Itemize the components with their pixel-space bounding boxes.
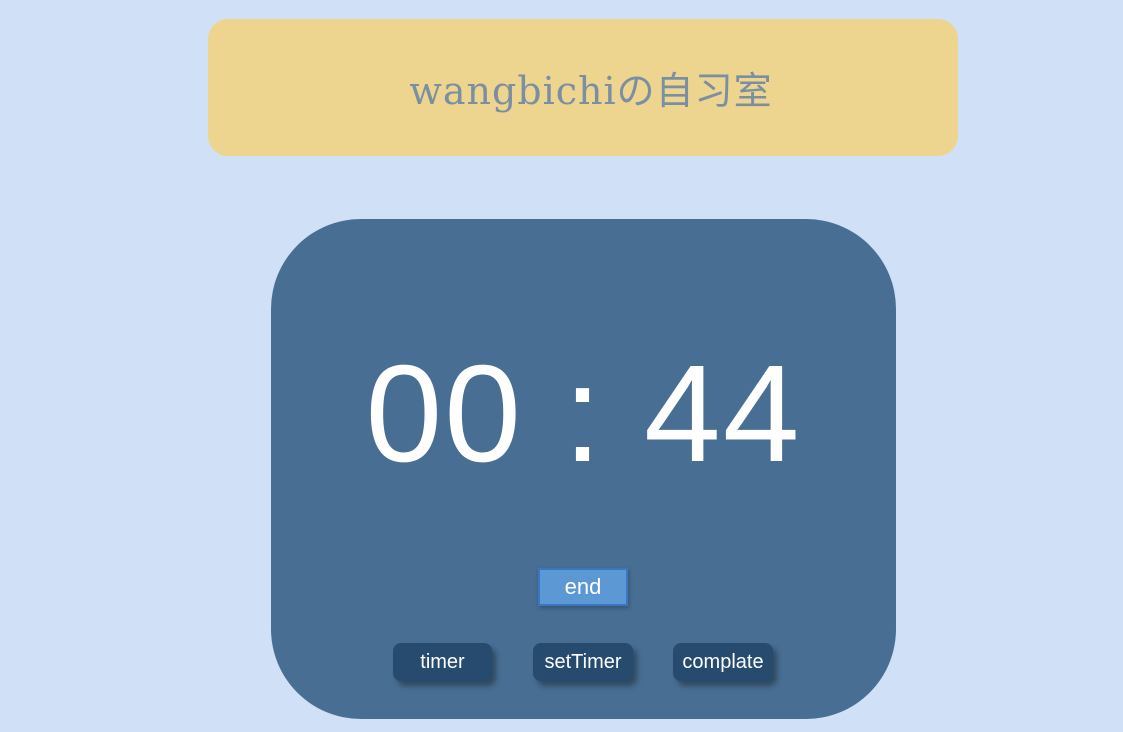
end-button[interactable]: end xyxy=(538,568,628,606)
page-title: wangbichiの自习室 xyxy=(409,69,773,113)
timer-card: 00 : 44 end timer setTimer complate xyxy=(271,219,896,719)
mode-button-group: timer setTimer complate xyxy=(271,643,896,681)
time-display: 00 : 44 xyxy=(365,337,802,491)
set-timer-button[interactable]: setTimer xyxy=(533,643,633,681)
title-banner: wangbichiの自习室 xyxy=(208,19,958,156)
timer-button[interactable]: timer xyxy=(393,643,492,681)
complete-button[interactable]: complate xyxy=(673,643,773,681)
